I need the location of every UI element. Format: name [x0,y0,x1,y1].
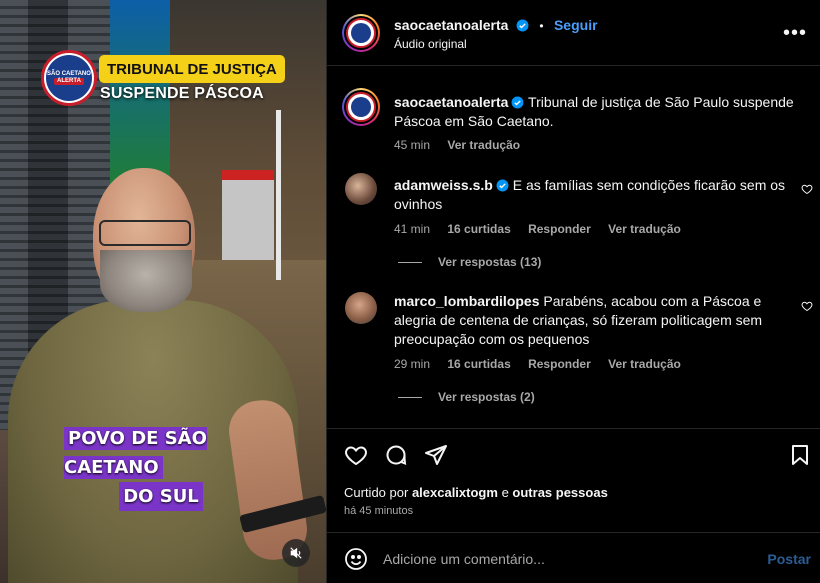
comment-like-heart-icon[interactable] [801,300,813,312]
liked-by-user[interactable]: alexcalixtogm [412,485,498,500]
follow-button[interactable]: Seguir [554,17,598,33]
share-paper-plane-icon[interactable] [424,443,448,467]
header-avatar[interactable] [342,14,380,52]
comment-item: adamweiss.s.b E as famílias sem condiçõe… [394,176,794,236]
comment-translate[interactable]: Ver tradução [608,222,681,236]
comment-time[interactable]: 41 min [394,222,430,236]
like-heart-icon[interactable] [344,443,368,467]
background-pole [276,110,281,280]
channel-logo: SÃO CAETANO ALERTA [41,50,97,106]
comment-like-heart-icon[interactable] [801,183,813,195]
video-caption-line1: POVO DE SÃO CAETANO [64,427,207,479]
logo-text: SÃO CAETANO [47,71,91,77]
original-audio-link[interactable]: Áudio original [394,37,467,51]
comment-time[interactable]: 29 min [394,357,430,371]
background-kiosk [222,170,274,260]
view-replies-label: Ver respostas (2) [438,390,535,404]
view-replies-label: Ver respostas (13) [438,255,542,269]
reel-video[interactable]: SÃO CAETANO ALERTA TRIBUNAL DE JUSTIÇA S… [0,0,326,583]
header-username[interactable]: saocaetanoalerta [394,17,508,33]
video-banner-title: TRIBUNAL DE JUSTIÇA [99,55,285,83]
video-caption-line2: DO SUL [119,482,203,511]
comment-likes[interactable]: 16 curtidas [447,357,510,371]
liked-by: Curtido por alexcalixtogm e outras pesso… [344,485,608,500]
comment-username[interactable]: adamweiss.s.b [394,177,493,193]
view-replies-button[interactable]: Ver respostas (2) [398,390,535,404]
speaker-muted-icon [290,547,302,559]
caption-time[interactable]: 45 min [394,138,430,152]
comment-translate[interactable]: Ver tradução [608,357,681,371]
comment-item: marco_lombardilopes Parabéns, acabou com… [394,292,784,371]
post-actions: Curtido por alexcalixtogm e outras pesso… [327,428,820,532]
verified-badge-icon [496,179,509,192]
view-replies-button[interactable]: Ver respostas (13) [398,255,541,269]
add-comment-bar: Postar [327,532,820,583]
liked-by-others[interactable]: outras pessoas [512,485,607,500]
post-header: saocaetanoalerta • Seguir Áudio original… [327,0,820,66]
post-comment-button[interactable]: Postar [767,551,811,567]
person-glasses [99,220,191,246]
caption-translate[interactable]: Ver tradução [447,138,520,152]
verified-badge-icon [516,19,529,32]
post-timestamp[interactable]: há 45 minutos [344,505,413,517]
save-bookmark-icon[interactable] [788,443,812,467]
comment-avatar[interactable] [345,292,377,324]
comment-reply-button[interactable]: Responder [528,357,591,371]
comment-avatar[interactable] [345,173,377,205]
mute-button[interactable] [282,539,310,567]
header-separator: • [539,19,544,33]
emoji-icon[interactable] [344,547,368,571]
caption-username[interactable]: saocaetanoalerta [394,94,508,110]
video-banner-subtitle: SUSPENDE PÁSCOA [100,85,264,102]
video-caption: POVO DE SÃO CAETANO DO SUL [60,424,262,511]
comment-bubble-icon[interactable] [384,443,408,467]
add-comment-input[interactable] [383,548,753,570]
more-options-icon[interactable]: ••• [783,22,807,45]
logo-text-alerta: ALERTA [54,78,84,85]
comment-reply-button[interactable]: Responder [528,222,591,236]
person-beard [100,250,192,312]
caption-avatar[interactable] [342,88,380,126]
post-caption: saocaetanoalerta Tribunal de justiça de … [394,93,794,152]
comment-likes[interactable]: 16 curtidas [447,222,510,236]
post-panel: saocaetanoalerta • Seguir Áudio original… [326,0,820,583]
verified-badge-icon [511,96,524,109]
comment-username[interactable]: marco_lombardilopes [394,293,540,309]
comments-section[interactable]: saocaetanoalerta Tribunal de justiça de … [327,66,820,428]
